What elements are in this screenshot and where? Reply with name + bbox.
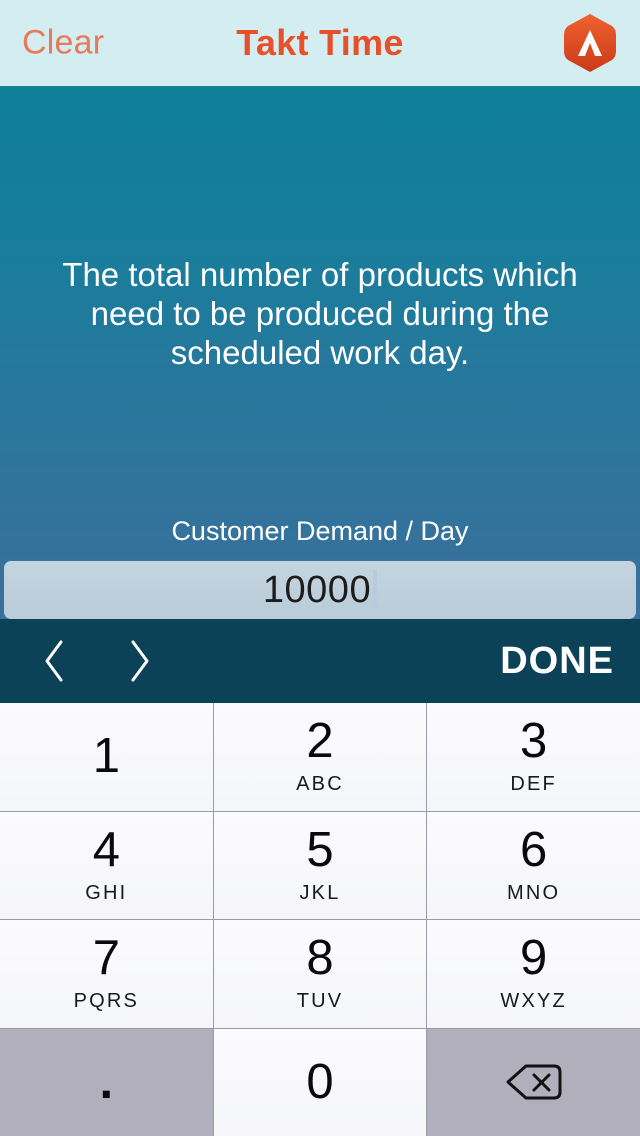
key-5[interactable]: 5 JKL bbox=[213, 811, 427, 919]
content-panel: The total number of products which need … bbox=[0, 88, 640, 619]
key-8[interactable]: 8 TUV bbox=[213, 920, 427, 1028]
key-digit: 9 bbox=[520, 931, 548, 986]
text-cursor bbox=[373, 570, 378, 610]
key-9[interactable]: 9 WXYZ bbox=[427, 920, 640, 1028]
key-letters: WXYZ bbox=[500, 990, 567, 1013]
key-digit: 4 bbox=[92, 822, 120, 877]
key-letters: MNO bbox=[507, 881, 561, 904]
key-decimal[interactable]: . bbox=[0, 1028, 213, 1136]
description-text: The total number of products which need … bbox=[62, 256, 578, 371]
key-digit: . bbox=[99, 1054, 114, 1109]
previous-field-button[interactable] bbox=[26, 633, 82, 689]
chevron-left-icon bbox=[45, 640, 63, 682]
key-digit: 8 bbox=[306, 931, 334, 986]
key-digit: 0 bbox=[306, 1054, 334, 1109]
key-2[interactable]: 2 ABC bbox=[213, 703, 427, 811]
next-field-button[interactable] bbox=[112, 633, 168, 689]
key-4[interactable]: 4 GHI bbox=[0, 811, 213, 919]
key-1[interactable]: 1 bbox=[0, 703, 213, 811]
key-letters: JKL bbox=[299, 881, 341, 904]
hexagon-lambda-logo-icon[interactable] bbox=[562, 12, 618, 74]
numeric-keypad: 1 2 ABC 3 DEF 4 GHI 5 JKL 6 MNO 7 PQRS 8 TUV 9 WXYZ. 0 bbox=[0, 703, 640, 1136]
keyboard-accessory-toolbar: DONE bbox=[0, 619, 640, 703]
key-0[interactable]: 0 bbox=[213, 1028, 427, 1136]
backspace-icon bbox=[506, 1064, 562, 1100]
input-label: Customer Demand / Day bbox=[171, 516, 469, 546]
chevron-right-icon bbox=[131, 640, 149, 682]
key-digit: 2 bbox=[306, 714, 334, 769]
key-7[interactable]: 7 PQRS bbox=[0, 920, 213, 1028]
key-digit: 7 bbox=[92, 931, 120, 986]
demand-input[interactable]: 10000 bbox=[4, 561, 636, 619]
input-value: 10000 bbox=[262, 568, 372, 611]
header-bar: Clear Takt Time bbox=[0, 0, 640, 88]
key-digit: 1 bbox=[92, 729, 120, 784]
key-letters: PQRS bbox=[73, 990, 140, 1013]
key-letters: GHI bbox=[85, 881, 128, 904]
key-digit: 5 bbox=[306, 822, 334, 877]
clear-button[interactable]: Clear bbox=[22, 24, 104, 63]
key-digit: 3 bbox=[520, 714, 548, 769]
key-letters: TUV bbox=[296, 990, 344, 1013]
input-section: Customer Demand / Day 10000 bbox=[0, 516, 640, 619]
app-root: Clear Takt Time The total number of prod… bbox=[0, 0, 640, 1136]
key-digit: 6 bbox=[520, 822, 548, 877]
key-letters: ABC bbox=[296, 773, 344, 796]
key-letters: DEF bbox=[510, 773, 557, 796]
done-button[interactable]: DONE bbox=[500, 640, 614, 683]
key-3[interactable]: 3 DEF bbox=[427, 703, 640, 811]
key-6[interactable]: 6 MNO bbox=[427, 811, 640, 919]
key-backspace[interactable] bbox=[427, 1028, 640, 1136]
